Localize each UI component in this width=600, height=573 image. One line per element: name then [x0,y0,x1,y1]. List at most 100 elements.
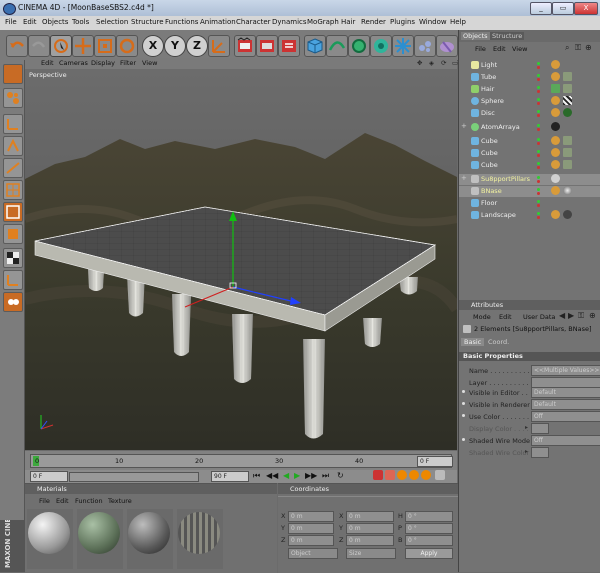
key-position-icon[interactable] [397,470,407,480]
editor-visibility-dot[interactable] [537,162,540,165]
tag-icon[interactable] [551,60,560,69]
tag-icon[interactable] [551,96,560,105]
z-axis-button[interactable]: Z [186,35,208,57]
editor-visibility-dot[interactable] [537,124,540,127]
menu-help[interactable]: Help [450,18,466,26]
keyframe-dot[interactable] [462,414,465,417]
autokey-icon[interactable] [385,470,395,480]
minimize-button[interactable]: _ [530,2,552,15]
render-visibility-dot[interactable] [537,192,540,195]
prop-visible-editor-select[interactable]: Default [531,387,600,398]
preview-range-slider[interactable] [69,472,199,482]
attribute-lock-icon[interactable]: ⚿ [578,311,584,321]
material-slot-3[interactable] [127,509,173,569]
keyframe-dot[interactable] [462,438,465,441]
render-visibility-dot[interactable] [537,216,540,219]
menu-animation[interactable]: Animation [200,18,236,26]
workplane-icon[interactable] [3,270,23,290]
object-row-floor[interactable]: Floor [459,198,600,209]
snap-icon[interactable] [3,292,23,312]
editor-visibility-dot[interactable] [537,188,540,191]
object-row-disc[interactable]: Disc [459,108,600,119]
play-forward-icon[interactable]: ▶ [294,471,300,480]
menu-render[interactable]: Render [361,18,386,26]
prop-shaded-wire-color-swatch[interactable] [531,447,549,458]
editor-visibility-dot[interactable] [537,98,540,101]
move-icon[interactable] [72,35,94,57]
coord-pos-z-field[interactable]: 0 m [288,535,334,546]
material-tag-icon[interactable] [563,186,572,195]
object-row-supportpillars[interactable]: + Su8pportPillars [459,174,600,185]
editor-visibility-dot[interactable] [537,176,540,179]
prop-name-field[interactable]: <<Multiple Values>> [531,365,600,376]
coord-size-x-field[interactable]: 0 m [346,511,394,522]
object-row-cube-2[interactable]: Cube [459,148,600,159]
tag-icon[interactable] [551,186,560,195]
object-row-cube-3[interactable]: Cube [459,160,600,171]
make-editable-icon[interactable] [3,64,23,84]
tag-icon[interactable] [551,210,560,219]
texture-tag-icon[interactable] [563,96,572,105]
attribute-menu-user-data[interactable]: User Data [523,313,555,321]
viewport-menu-view[interactable]: View [142,59,157,67]
render-visibility-dot[interactable] [537,204,540,207]
prop-display-color-swatch[interactable] [531,423,549,434]
points-mode-icon[interactable] [3,158,23,178]
material-menu-texture[interactable]: Texture [108,497,132,505]
expand-icon[interactable]: + [461,174,467,182]
coord-size-z-field[interactable]: 0 m [346,535,394,546]
viewport-zoom-icon[interactable]: ◈ [429,59,434,67]
attribute-menu-edit[interactable]: Edit [499,313,512,321]
material-slot-1[interactable] [27,509,73,569]
texture-mode-icon[interactable] [3,88,23,108]
tag-icon[interactable] [551,108,560,117]
keyframe-dot[interactable] [462,402,465,405]
menu-window[interactable]: Window [419,18,447,26]
camera-icon[interactable] [436,35,458,57]
tag-icon[interactable] [551,136,560,145]
y-axis-button[interactable]: Y [164,35,186,57]
loop-icon[interactable]: ↻ [337,471,344,480]
checker-icon[interactable] [3,248,23,268]
render-visibility-dot[interactable] [537,142,540,145]
material-menu-function[interactable]: Function [75,497,103,505]
prev-key-icon[interactable]: ◀◀ [266,471,278,480]
menu-selection[interactable]: Selection [96,18,128,26]
menu-plugins[interactable]: Plugins [390,18,415,26]
coord-rot-p-field[interactable]: 0 ° [405,523,453,534]
attribute-tab-coord[interactable]: Coord. [485,338,512,346]
coord-pos-y-field[interactable]: 0 m [288,523,334,534]
key-rotation-icon[interactable] [421,470,431,480]
material-menu-file[interactable]: File [39,497,50,505]
menu-file[interactable]: File [5,18,17,26]
tab-structure[interactable]: Structure [490,32,525,40]
object-row-light[interactable]: Light [459,60,600,71]
material-tag-icon[interactable] [563,148,572,157]
menu-character[interactable]: Character [236,18,271,26]
render-visibility-dot[interactable] [537,154,540,157]
menu-functions[interactable]: Functions [165,18,198,26]
object-menu-edit[interactable]: Edit [493,45,506,53]
object-lock-icon[interactable]: ⚿ [575,43,581,53]
undo-icon[interactable] [6,35,28,57]
object-row-hair[interactable]: Hair [459,84,600,95]
environment-icon[interactable] [414,35,436,57]
menu-structure[interactable]: Structure [131,18,164,26]
menu-mograph[interactable]: MoGraph [307,18,339,26]
editor-visibility-dot[interactable] [537,150,540,153]
coord-size-y-field[interactable]: 0 m [346,523,394,534]
tag-icon[interactable] [551,160,560,169]
render-view-icon[interactable] [234,35,256,57]
render-visibility-dot[interactable] [537,114,540,117]
object-axis-icon[interactable] [3,114,23,134]
timeline-ruler[interactable]: 0 10 20 30 40 50 [30,454,452,468]
deformer-icon[interactable] [392,35,414,57]
menu-edit[interactable]: Edit [23,18,37,26]
editor-visibility-dot[interactable] [537,62,540,65]
goto-end-icon[interactable]: ⏭ [322,471,329,481]
cube-primitive-icon[interactable] [304,35,326,57]
render-visibility-dot[interactable] [537,102,540,105]
menu-hair[interactable]: Hair [341,18,355,26]
play-backward-icon[interactable]: ◀ [283,471,289,480]
object-row-tube[interactable]: Tube [459,72,600,83]
